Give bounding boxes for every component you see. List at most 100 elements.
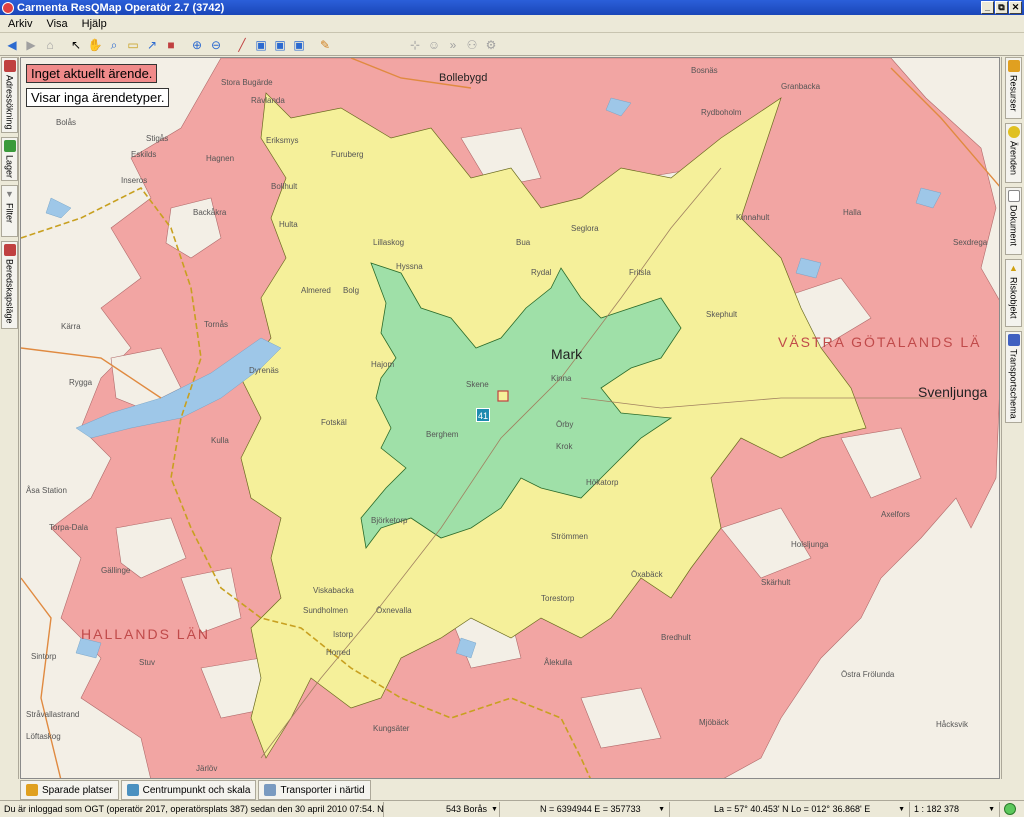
- measure-icon[interactable]: ▭: [124, 36, 142, 54]
- map-search-icon: [3, 60, 16, 72]
- close-button[interactable]: ✕: [1009, 1, 1022, 14]
- fast-forward-icon[interactable]: »: [444, 36, 462, 54]
- place-label: Fotskäl: [321, 418, 347, 427]
- car-icon[interactable]: ■: [162, 36, 180, 54]
- place-label: Skephult: [706, 310, 738, 319]
- route-icon[interactable]: ↗: [143, 36, 161, 54]
- layer-c-icon[interactable]: ▣: [290, 36, 308, 54]
- readiness-icon: [3, 244, 16, 256]
- place-label: Inseros: [121, 176, 148, 185]
- place-label: Bollhult: [271, 182, 298, 191]
- transport-icon: [264, 784, 277, 796]
- resources-icon: [1007, 60, 1020, 72]
- layer-a-icon[interactable]: ▣: [252, 36, 270, 54]
- right-tab-strip: Resurser Ärenden Dokument ▲ Riskobjekt T…: [1001, 57, 1024, 779]
- place-label: Viskabacka: [313, 586, 354, 595]
- draw-line-icon[interactable]: ╱: [233, 36, 251, 54]
- tab-sparade-platser[interactable]: Sparade platser: [20, 780, 119, 800]
- target-icon[interactable]: ⊹: [406, 36, 424, 54]
- tab-transporter-i-nartid[interactable]: Transporter i närtid: [258, 780, 371, 800]
- layer-b-icon[interactable]: ▣: [271, 36, 289, 54]
- menu-visa[interactable]: Visa: [46, 18, 67, 30]
- place-label: Ålekulla: [544, 658, 573, 667]
- place-label: Öxnevalla: [376, 606, 412, 615]
- tab-transportschema[interactable]: Transportschema: [1005, 331, 1022, 423]
- place-label: Rydboholm: [701, 108, 742, 117]
- place-label: Rygga: [69, 378, 93, 387]
- tab-label: Dokument: [1008, 205, 1019, 247]
- connection-status-icon: [1004, 803, 1016, 815]
- tab-label: Ärenden: [1008, 141, 1019, 176]
- tab-label: Riskobjekt: [1008, 277, 1019, 319]
- forward-icon[interactable]: ▶: [22, 36, 40, 54]
- status-scale[interactable]: 1 : 182 378 ▼: [910, 801, 1000, 817]
- tab-lager[interactable]: Lager: [1, 137, 18, 181]
- place-label: Stråvallastrand: [26, 710, 80, 719]
- saved-places-icon: [26, 784, 38, 796]
- settings-icon[interactable]: ⚙: [482, 36, 500, 54]
- place-label: Björketorp: [371, 516, 408, 525]
- toolbar: ◀ ▶ ⌂ ↖ ✋ ⌕ ▭ ↗ ■ ⊕ ⊖ ╱ ▣ ▣ ▣ ✎ ⊹ ☺ » ⚇ …: [0, 34, 1024, 56]
- place-label: Kinna: [551, 374, 572, 383]
- place-label: Kärra: [61, 322, 81, 331]
- zoom-box-icon[interactable]: ⌕: [105, 36, 123, 54]
- pointer-icon[interactable]: ↖: [67, 36, 85, 54]
- place-label: Stigås: [146, 134, 169, 143]
- menu-arkiv[interactable]: Arkiv: [8, 18, 32, 30]
- place-label: Axelfors: [881, 510, 910, 519]
- application-window: Carmenta ResQMap Operatör 2.7 (3742) _ ⧉…: [0, 0, 1024, 817]
- menu-hjalp[interactable]: Hjälp: [82, 18, 107, 30]
- place-label: Östra Frölunda: [841, 670, 895, 679]
- map-view[interactable]: Inget aktuellt ärende. Visar inga ärende…: [20, 57, 1000, 779]
- incident-marker[interactable]: [497, 390, 509, 402]
- tab-filter[interactable]: ▼ Filter: [1, 185, 18, 237]
- tab-beredskapslage[interactable]: Beredskapsläge: [1, 241, 18, 329]
- place-label: Skene: [466, 380, 489, 389]
- place-label: Furuberg: [331, 150, 364, 159]
- place-label: Bua: [516, 238, 531, 247]
- place-label: Tornås: [204, 320, 229, 329]
- chevron-down-icon: ▼: [988, 805, 995, 813]
- tab-arenden[interactable]: Ärenden: [1005, 123, 1022, 183]
- status-area[interactable]: 543 Borås ▼: [384, 801, 500, 817]
- status-latlon[interactable]: La = 57° 40.453' N Lo = 012° 36.868' E ▼: [670, 801, 910, 817]
- tab-centrumpunkt-och-skala[interactable]: Centrumpunkt och skala: [120, 780, 257, 800]
- restore-button[interactable]: ⧉: [995, 1, 1008, 14]
- place-label: Bosnäs: [691, 66, 718, 75]
- place-label: Seglora: [571, 224, 599, 233]
- place-svenljunga: Svenljunga: [918, 384, 988, 400]
- tab-label: Centrumpunkt och skala: [142, 784, 251, 796]
- eraser-icon[interactable]: ✎: [316, 36, 334, 54]
- place-label: Halla: [843, 208, 862, 217]
- home-icon[interactable]: ⌂: [41, 36, 59, 54]
- place-label: Torpa-Dala: [49, 523, 89, 532]
- status-scale-text: 1 : 182 378: [914, 804, 960, 814]
- tab-label: Transporter i närtid: [280, 784, 365, 796]
- zoom-out-icon[interactable]: ⊖: [207, 36, 225, 54]
- tab-dokument[interactable]: Dokument: [1005, 187, 1022, 255]
- left-tab-strip: Adressökning Lager ▼ Filter Beredskapslä…: [0, 57, 19, 779]
- tab-resurser[interactable]: Resurser: [1005, 57, 1022, 119]
- place-label: Bolg: [343, 286, 360, 295]
- place-label: Rydal: [531, 268, 552, 277]
- zoom-in-icon[interactable]: ⊕: [188, 36, 206, 54]
- back-icon[interactable]: ◀: [3, 36, 21, 54]
- tab-riskobjekt[interactable]: ▲ Riskobjekt: [1005, 259, 1022, 327]
- place-label: Kinnahult: [736, 213, 770, 222]
- person-icon[interactable]: ☺: [425, 36, 443, 54]
- pan-hand-icon[interactable]: ✋: [86, 36, 104, 54]
- place-label: Sundholmen: [303, 606, 348, 615]
- tab-label: Filter: [4, 203, 15, 223]
- group-icon[interactable]: ⚇: [463, 36, 481, 54]
- place-label: Bolås: [56, 118, 77, 127]
- status-grid-coords[interactable]: N = 6394944 E = 357733 ▼: [500, 801, 670, 817]
- bottom-tab-strip: Sparade platser Centrumpunkt och skala T…: [20, 780, 1000, 800]
- place-label: Skärhult: [761, 578, 791, 587]
- minimize-button[interactable]: _: [981, 1, 994, 14]
- place-label: Bredhult: [661, 633, 691, 642]
- tab-adressokning[interactable]: Adressökning: [1, 57, 18, 133]
- place-label: Rävlanda: [251, 96, 285, 105]
- route-41-badge: 41: [476, 408, 490, 422]
- status-login: Du är inloggad som OGT (operatör 2017, o…: [0, 801, 384, 817]
- place-label: Håcksvik: [936, 720, 969, 729]
